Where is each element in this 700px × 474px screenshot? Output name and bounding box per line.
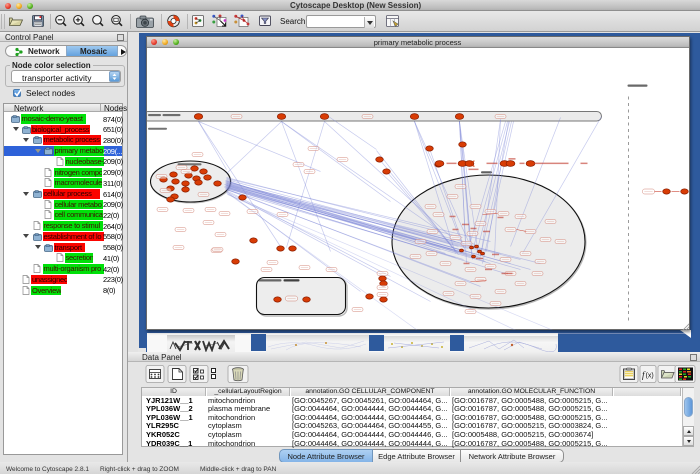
svg-text:(x): (x)	[646, 373, 654, 380]
